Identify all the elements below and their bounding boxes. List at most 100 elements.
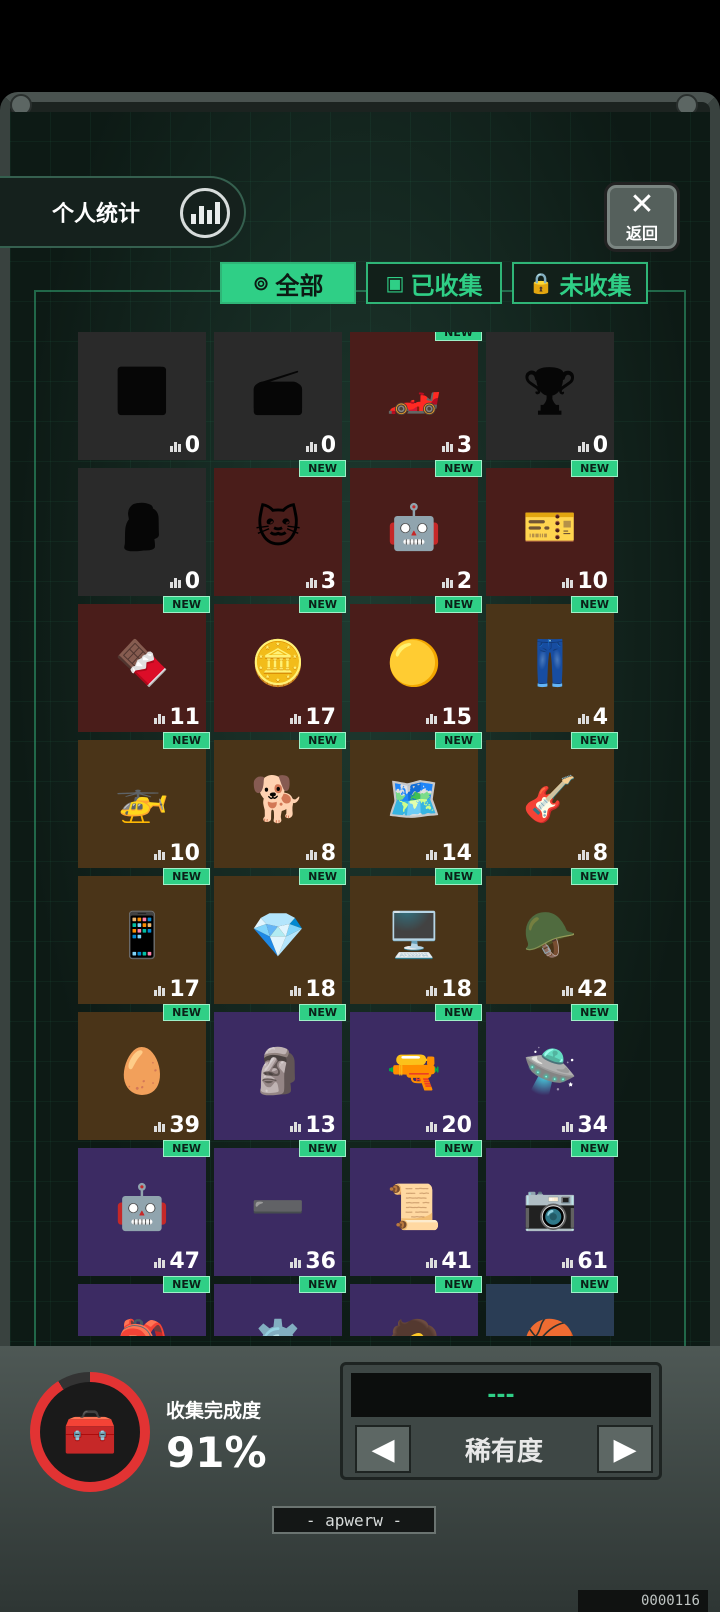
collection-item[interactable]: NEW 🎒 [78,1276,210,1336]
stats-icon [154,848,166,860]
new-badge: NEW [163,1140,210,1157]
item-count: 17 [290,705,336,730]
item-count: 18 [290,977,336,1002]
item-icon: 🗺️ [386,774,442,825]
item-count-value: 34 [577,1113,608,1138]
item-count: 36 [290,1249,336,1274]
collection-item[interactable]: 🟫 0 [78,332,206,460]
back-button[interactable]: ✕ 返回 [604,182,680,252]
collection-item[interactable]: 📻 0 [214,332,342,460]
collection-item[interactable]: NEW 🟡 15 [350,596,482,732]
collection-item[interactable]: NEW 🎫 10 [486,460,618,596]
new-badge: NEW [435,332,482,341]
collection-item[interactable]: NEW 🤖 2 [350,460,482,596]
item-count-value: 3 [320,569,336,594]
item-icon: ➖ [250,1182,306,1233]
new-badge: NEW [571,732,618,749]
collection-item[interactable]: NEW 🗺️ 14 [350,732,482,868]
personal-stats-button[interactable]: 个人统计 [0,176,246,248]
new-badge: NEW [435,732,482,749]
sort-prev-button[interactable]: ◀ [355,1425,411,1473]
item-count-value: 17 [305,705,336,730]
brand-plate: - apwerw - [272,1506,436,1534]
item-count: 10 [154,841,200,866]
collection-item[interactable]: NEW 🧑 [350,1276,482,1336]
item-count-value: 18 [305,977,336,1002]
tab-uncollected[interactable]: 🔒 未收集 [512,262,648,304]
new-badge: NEW [435,1004,482,1021]
collection-item[interactable]: NEW 🗿 13 [214,1004,346,1140]
completion-ring: 🧰 [30,1372,150,1492]
stats-icon [441,440,453,452]
item-count-value: 4 [592,705,608,730]
item-count-value: 2 [456,569,472,594]
item-count: 18 [426,977,472,1002]
item-icon: 🪖 [522,910,578,961]
new-badge: NEW [435,1276,482,1293]
new-badge: NEW [435,596,482,613]
collection-item[interactable]: NEW 🪙 17 [214,596,346,732]
item-count-value: 13 [305,1113,336,1138]
tab-collected[interactable]: ▣ 已收集 [366,262,502,304]
item-icon: 🤖 [114,1182,170,1233]
sort-next-button[interactable]: ▶ [596,1425,653,1473]
collection-item[interactable]: NEW 💎 18 [214,868,346,1004]
item-icon: 📷 [522,1182,578,1233]
collection-item[interactable]: 🗿 0 [78,468,206,596]
filter-tabs: ⊚ 全部 ▣ 已收集 🔒 未收集 [220,262,648,304]
item-icon: 🏎️ [386,366,442,417]
sort-label: 稀有度 [464,1436,543,1467]
close-icon: ✕ [629,187,655,222]
stats-icon [426,984,438,996]
collection-item[interactable]: NEW 🪖 42 [486,868,618,1004]
progress-label: 收集完成度 [166,1400,262,1422]
item-count-value: 17 [169,977,200,1002]
collection-item[interactable]: NEW 🖥️ 18 [350,868,482,1004]
collection-item[interactable]: NEW 🐕 8 [214,732,346,868]
item-count: 3 [305,569,336,594]
collection-item[interactable]: NEW 🤖 47 [78,1140,210,1276]
collection-item[interactable]: NEW 🐱 3 [214,460,346,596]
collection-item[interactable]: NEW 🛸 34 [486,1004,618,1140]
collection-item[interactable]: NEW 📜 41 [350,1140,482,1276]
tab-all-label: 全部 [275,271,324,300]
collection-item[interactable]: NEW 👖 4 [486,596,618,732]
item-count-value: 18 [441,977,472,1002]
arrow-right-icon: ▶ [613,1431,637,1467]
collection-item[interactable]: NEW ⚙️ [214,1276,346,1336]
collection-item[interactable]: NEW 🎸 8 [486,732,618,868]
item-count: 8 [305,841,336,866]
stats-icon [426,712,438,724]
collection-item[interactable]: 🏆 0 [486,332,614,460]
stats-icon [562,984,574,996]
filter-icon: ⊚ [252,271,270,295]
collection-item[interactable]: NEW 📷 61 [486,1140,618,1276]
item-count-value: 11 [169,705,200,730]
collection-item[interactable]: NEW 🔫 20 [350,1004,482,1140]
item-count-value: 39 [169,1113,200,1138]
new-badge: NEW [163,596,210,613]
new-badge: NEW [299,1140,346,1157]
collection-item[interactable]: NEW 🍫 11 [78,596,210,732]
collection-item[interactable]: NEW 📱 17 [78,868,210,1004]
collection-item[interactable]: NEW 🥚 39 [78,1004,210,1140]
collection-item[interactable]: NEW 🚁 10 [78,732,210,868]
item-icon: 🪙 [250,638,306,689]
tab-all[interactable]: ⊚ 全部 [220,262,356,304]
item-icon: 📜 [386,1182,442,1233]
item-count-value: 0 [184,433,200,458]
tab-uncollected-label: 未收集 [559,271,632,300]
progress-value: 91% [166,1428,267,1477]
collection-item[interactable]: NEW ➖ 36 [214,1140,346,1276]
item-count-value: 0 [184,569,200,594]
stats-icon [290,984,302,996]
collection-item[interactable]: NEW 🏎️ 3 [350,332,482,460]
serial-number: 0000116 [578,1590,708,1612]
item-icon: 🛸 [522,1046,578,1097]
stats-icon [169,440,181,452]
collection-item[interactable]: NEW 🏀 [486,1276,618,1336]
item-count: 41 [426,1249,472,1274]
item-icon: 🧑 [376,1310,452,1336]
item-count: 4 [577,705,608,730]
item-icon: ⚙️ [240,1310,316,1336]
